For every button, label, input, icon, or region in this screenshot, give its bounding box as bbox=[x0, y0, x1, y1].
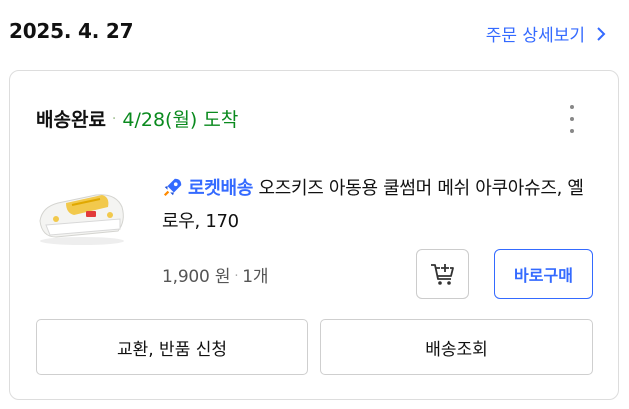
product-price: 1,900 원 bbox=[162, 267, 231, 287]
rocket-delivery-badge: 로켓배송 bbox=[162, 178, 253, 199]
order-date: 2025. 4. 27 bbox=[9, 19, 134, 43]
order-card: 배송완료 · 4/28(월) 도착 로켓배송 오즈키즈 아동용 쿨썸머 메쉬 아… bbox=[9, 70, 619, 400]
product-image[interactable] bbox=[36, 181, 128, 247]
rocket-icon bbox=[163, 178, 182, 197]
delivery-status-row: 배송완료 · 4/28(월) 도착 bbox=[36, 105, 238, 132]
exchange-return-button[interactable]: 교환, 반품 신청 bbox=[36, 319, 308, 375]
delivery-tracking-button[interactable]: 배송조회 bbox=[320, 319, 593, 375]
buy-now-button[interactable]: 바로구매 bbox=[494, 249, 593, 299]
add-to-cart-button[interactable] bbox=[416, 249, 469, 299]
chevron-right-icon bbox=[597, 26, 606, 41]
arrival-date: 4/28(월) 도착 bbox=[122, 109, 239, 131]
product-quantity: 1개 bbox=[242, 267, 269, 287]
order-detail-link[interactable]: 주문 상세보기 bbox=[486, 21, 607, 46]
rocket-badge-label: 로켓배송 bbox=[188, 178, 254, 199]
order-detail-label: 주문 상세보기 bbox=[485, 26, 585, 46]
status-separator: · bbox=[111, 111, 117, 127]
more-options-icon[interactable] bbox=[562, 105, 582, 133]
product-title[interactable]: 로켓배송 오즈키즈 아동용 쿨썸머 메쉬 아쿠아슈즈, 옐로우, 170 bbox=[162, 172, 592, 238]
cart-plus-icon bbox=[430, 263, 454, 285]
delivery-status: 배송완료 bbox=[36, 109, 106, 131]
price-quantity: 1,900 원 · 1개 bbox=[162, 262, 269, 287]
price-separator: · bbox=[234, 269, 239, 284]
